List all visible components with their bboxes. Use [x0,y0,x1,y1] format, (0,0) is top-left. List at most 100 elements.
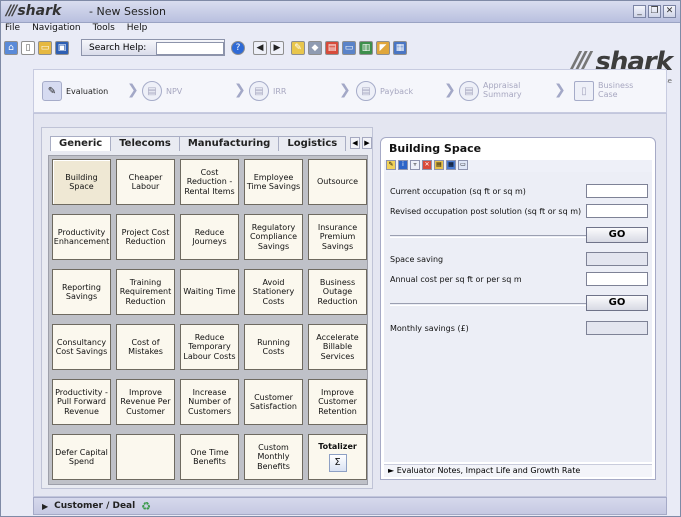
chevron-right-icon: ❯ [339,82,351,98]
calc-slider[interactable] [390,235,586,238]
customer-deal-bar[interactable]: ▶ Customer / Deal ♻ [33,497,667,515]
benefit-cell-empty[interactable] [116,434,175,480]
totalizer-cell[interactable]: Totalizer Σ [308,434,367,480]
current-occupation-field[interactable] [586,184,648,198]
tab-scroll: ◀ ▶ [350,137,372,149]
detail-panel: Building Space ✎ i ▿ ✕ ▤ ▦ ▭ Current occ… [380,137,656,480]
annual-cost-field[interactable] [586,272,648,286]
window-icon[interactable]: ▭ [458,160,468,170]
info-icon[interactable]: i [398,160,408,170]
restore-icon[interactable]: ❐ [648,5,661,18]
detail-title: Building Space [389,142,482,155]
tab-manufacturing[interactable]: Manufacturing [178,136,280,151]
chevron-right-icon: ❯ [444,82,456,98]
minimize-icon[interactable]: _ [633,5,646,18]
home-icon[interactable]: ⌂ [4,41,18,55]
payback-icon: ▤ [356,81,376,101]
benefit-cell[interactable]: Running Costs [244,324,303,370]
benefit-cell[interactable]: Consultancy Cost Savings [52,324,111,370]
benefit-cell[interactable]: Customer Satisfaction [244,379,303,425]
benefit-cell[interactable]: Accelerate Billable Services [308,324,367,370]
annual-cost-label: Annual cost per sq ft or per sq m [390,275,522,284]
chevron-right-icon: ❯ [554,82,566,98]
benefit-cell[interactable]: Outsource [308,159,367,205]
appraisal-icon: ▤ [459,81,479,101]
step-npv[interactable]: ▤ NPV [142,81,182,101]
search-label: Search Help: [89,43,147,53]
benefit-cell[interactable]: Reduce Journeys [180,214,239,260]
benefit-cell[interactable]: Cost of Mistakes [116,324,175,370]
benefit-cell[interactable]: Productivity - Pull Forward Revenue [52,379,111,425]
benefit-cell[interactable]: Building Space [52,159,111,205]
step-evaluation[interactable]: ✎ Evaluation [42,81,108,101]
delete-icon[interactable]: ✕ [422,160,432,170]
tab-telecoms[interactable]: Telecoms [110,136,180,151]
new-document-icon[interactable]: ▯ [21,41,35,55]
print-icon[interactable]: ▦ [393,41,407,55]
benefit-cell[interactable]: Cost Reduction - Rental Items [180,159,239,205]
edit-icon[interactable]: ✎ [386,160,396,170]
evaluation-icon: ✎ [42,81,62,101]
tab-logistics[interactable]: Logistics [278,136,347,151]
menu-help[interactable]: Help [127,23,148,38]
filter-icon[interactable]: ▿ [410,160,420,170]
monthly-savings-label: Monthly savings (£) [390,324,469,333]
benefit-cell[interactable]: Training Requirement Reduction [116,269,175,315]
benefit-cell[interactable]: Project Cost Reduction [116,214,175,260]
window-icon[interactable]: ▭ [342,41,356,55]
expand-arrow-icon: ▶ [42,501,49,511]
benefit-cell[interactable]: Waiting Time [180,269,239,315]
benefit-cell[interactable]: Avoid Stationery Costs [244,269,303,315]
go-button[interactable]: GO [586,295,648,311]
forward-icon[interactable]: ▶ [270,41,284,55]
export-icon[interactable]: ◤ [376,41,390,55]
customer-deal-label: Customer / Deal [54,501,136,511]
back-icon[interactable]: ◀ [253,41,267,55]
tab-scroll-right-icon[interactable]: ▶ [362,137,372,149]
benefit-cell[interactable]: Improve Customer Retention [308,379,367,425]
npv-icon: ▤ [142,81,162,101]
benefit-cell[interactable]: Defer Capital Spend [52,434,111,480]
benefit-cell[interactable]: Custom Monthly Benefits [244,434,303,480]
help-icon[interactable]: ? [231,41,245,55]
tab-generic[interactable]: Generic [50,136,112,151]
note-icon[interactable]: ▤ [434,160,444,170]
benefit-cell[interactable]: Improve Revenue Per Customer [116,379,175,425]
search-input[interactable] [156,42,224,55]
evaluator-notes-toggle[interactable]: ► Evaluator Notes, Impact Life and Growt… [384,464,652,477]
benefit-cell[interactable]: Reduce Temporary Labour Costs [180,324,239,370]
calc-slider[interactable] [390,303,586,306]
irr-icon: ▤ [249,81,269,101]
benefits-panel: Generic Telecoms Manufacturing Logistics… [41,127,373,489]
step-payback[interactable]: ▤ Payback [356,81,413,101]
chart-icon[interactable]: ▥ [359,41,373,55]
report-icon[interactable]: ▤ [325,41,339,55]
detail-toolbar: ✎ i ▿ ✕ ▤ ▦ ▭ [384,160,652,172]
close-icon[interactable]: ✕ [663,5,676,18]
revised-occupation-field[interactable] [586,204,648,218]
benefit-cell[interactable]: Insurance Premium Savings [308,214,367,260]
menu-tools[interactable]: Tools [93,23,115,38]
step-appraisal-summary[interactable]: ▤ Appraisal Summary [459,81,527,101]
tab-scroll-left-icon[interactable]: ◀ [350,137,360,149]
category-tabs: Generic Telecoms Manufacturing Logistics [50,136,347,151]
step-business-case[interactable]: ▯ Business Case [574,81,638,101]
detail-form: Current occupation (sq ft or sq m) Revis… [384,172,652,462]
settings-icon[interactable]: ◆ [308,41,322,55]
benefit-cell[interactable]: Increase Number of Customers [180,379,239,425]
open-folder-icon[interactable]: ▭ [38,41,52,55]
go-button[interactable]: GO [586,227,648,243]
benefit-cell[interactable]: Regulatory Compliance Savings [244,214,303,260]
menu-navigation[interactable]: Navigation [32,23,81,38]
menu-file[interactable]: File [5,23,20,38]
step-irr[interactable]: ▤ IRR [249,81,286,101]
benefit-cell[interactable]: Productivity Enhancement [52,214,111,260]
benefit-cell[interactable]: Employee Time Savings [244,159,303,205]
benefit-cell[interactable]: One Time Benefits [180,434,239,480]
tools-icon[interactable]: ✎ [291,41,305,55]
benefit-cell[interactable]: Reporting Savings [52,269,111,315]
save-icon[interactable]: ▣ [55,41,69,55]
benefit-cell[interactable]: Business Outage Reduction [308,269,367,315]
benefit-cell[interactable]: Cheaper Labour [116,159,175,205]
calc-icon[interactable]: ▦ [446,160,456,170]
